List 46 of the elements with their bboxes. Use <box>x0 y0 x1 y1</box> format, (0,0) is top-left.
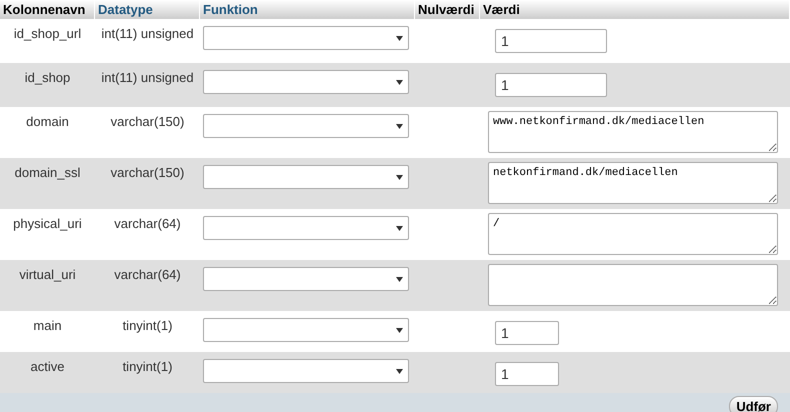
submit-button[interactable]: Udfør <box>729 396 778 412</box>
dropdown-arrow-icon <box>396 124 403 128</box>
function-select[interactable] <box>203 318 409 342</box>
column-name: physical_uri <box>13 216 82 231</box>
column-header[interactable]: Datatype <box>95 0 200 19</box>
value-textarea[interactable]: netkonfirmand.dk/mediacellen <box>488 162 778 204</box>
column-name: id_shop_url <box>14 26 82 41</box>
dropdown-arrow-icon <box>396 174 403 180</box>
data-type: varchar(150) <box>110 165 184 180</box>
function-select[interactable] <box>203 267 409 291</box>
column-header: Værdi <box>480 0 790 19</box>
function-select[interactable] <box>203 114 409 138</box>
data-type: int(11) unsigned <box>101 70 194 85</box>
data-type: varchar(64) <box>114 216 181 231</box>
value-textarea[interactable]: www.netkonfirmand.dk/mediacellen <box>488 111 778 153</box>
function-select[interactable] <box>203 165 409 189</box>
column-header[interactable]: Funktion <box>200 0 415 19</box>
column-name: virtual_uri <box>19 267 76 282</box>
value-input[interactable]: 1 <box>495 29 607 53</box>
column-name: main <box>33 318 62 333</box>
column-header: Kolonnenavn <box>0 0 95 19</box>
data-type: tinyint(1) <box>122 359 172 374</box>
value-textarea[interactable]: / <box>488 213 778 255</box>
dropdown-arrow-icon <box>396 368 403 374</box>
value-input[interactable]: 1 <box>495 362 559 386</box>
column-name: domain_ssl <box>14 165 80 180</box>
dropdown-arrow-icon <box>396 328 403 332</box>
function-select[interactable] <box>203 216 409 240</box>
value-input[interactable]: 1 <box>495 321 559 345</box>
column-header: Nulværdi <box>415 0 480 19</box>
value-textarea[interactable] <box>488 264 778 306</box>
data-type: tinyint(1) <box>122 318 172 333</box>
data-type: varchar(150) <box>110 114 184 129</box>
dropdown-arrow-icon <box>396 226 403 230</box>
column-name: id_shop <box>24 70 70 85</box>
value-input[interactable]: 1 <box>495 73 607 97</box>
column-name: domain <box>26 114 69 129</box>
dropdown-arrow-icon <box>396 276 403 282</box>
data-type: varchar(64) <box>114 267 181 282</box>
dropdown-arrow-icon <box>396 80 403 84</box>
function-select[interactable] <box>203 70 409 94</box>
column-name: active <box>30 359 64 374</box>
function-select[interactable] <box>203 359 409 383</box>
data-type: int(11) unsigned <box>101 26 194 41</box>
function-select[interactable] <box>203 26 409 50</box>
dropdown-arrow-icon <box>396 36 403 40</box>
